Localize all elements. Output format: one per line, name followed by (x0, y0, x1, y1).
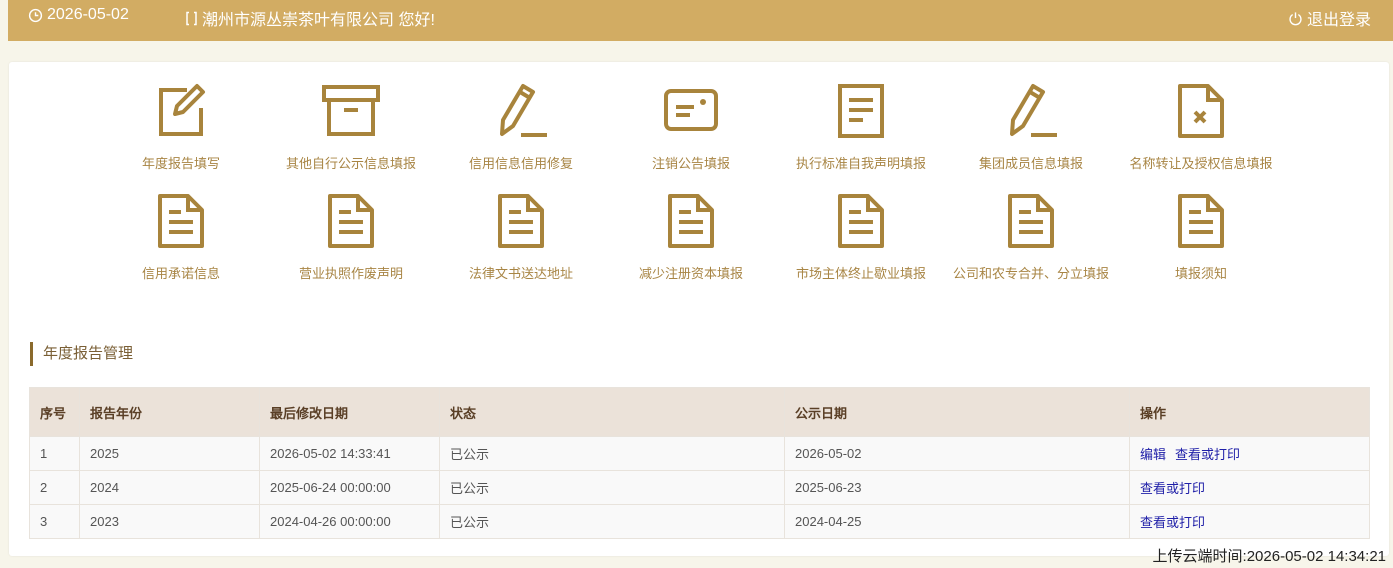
document-icon (498, 194, 544, 248)
col-header-actions: 操作 (1129, 387, 1370, 437)
edit-link[interactable]: 编辑 (1140, 447, 1166, 462)
view-print-link[interactable]: 查看或打印 (1175, 447, 1240, 462)
header-greeting: 潮州市源丛崇茶叶有限公司 您好! (185, 6, 435, 30)
card-icon (664, 89, 718, 131)
col-header-year: 报告年份 (79, 387, 260, 437)
cell-year: 2024 (79, 470, 260, 505)
document-icon (838, 194, 884, 248)
annual-report-table: 序号 报告年份 最后修改日期 状态 公示日期 操作 1 2025 2026-05… (29, 387, 1370, 539)
document-icon (1008, 194, 1054, 248)
table-header-row: 序号 报告年份 最后修改日期 状态 公示日期 操作 (29, 387, 1370, 437)
tile-capital-reduction[interactable]: 减少注册资本填报 (606, 192, 776, 282)
table-row: 1 2025 2026-05-02 14:33:41 已公示 2026-05-0… (29, 436, 1370, 471)
tile-label: 其他自行公示信息填报 (285, 156, 416, 171)
table-row: 3 2023 2024-04-26 00:00:00 已公示 2024-04-2… (29, 504, 1370, 539)
pencil-icon (500, 84, 547, 137)
cell-publish-date: 2025-06-23 (784, 470, 1130, 505)
cell-no: 2 (29, 470, 80, 505)
section-title: 年度报告管理 (30, 342, 133, 366)
tile-standard-declaration[interactable]: 执行标准自我声明填报 (776, 82, 946, 172)
greeting-text: 潮州市源丛崇茶叶有限公司 您好! (202, 12, 435, 29)
upload-time: 上传云端时间:2026-05-02 14:34:21 (1152, 548, 1386, 565)
cell-status: 已公示 (439, 504, 785, 539)
tile-label: 注销公告填报 (651, 156, 730, 171)
cell-modified: 2025-06-24 00:00:00 (259, 470, 440, 505)
logout-label: 退出登录 (1306, 12, 1371, 29)
col-header-status: 状态 (439, 387, 785, 437)
cell-no: 3 (29, 504, 80, 539)
tile-credit-repair[interactable]: 信用信息信用修复 (436, 82, 606, 172)
cell-year: 2025 (79, 436, 260, 471)
tile-label: 集团成员信息填报 (978, 156, 1083, 171)
cell-modified: 2024-04-26 00:00:00 (259, 504, 440, 539)
tile-annual-report[interactable]: 年度报告填写 (96, 82, 266, 172)
col-header-publish-date: 公示日期 (784, 387, 1130, 437)
tile-label: 法律文书送达地址 (468, 266, 573, 281)
document-icon (1178, 194, 1224, 248)
view-print-link[interactable]: 查看或打印 (1140, 515, 1205, 530)
tile-label: 年度报告填写 (141, 156, 220, 171)
cell-modified: 2026-05-02 14:33:41 (259, 436, 440, 471)
document-icon (838, 84, 884, 138)
cell-actions: 查看或打印 (1129, 504, 1370, 539)
tile-label: 信用信息信用修复 (468, 156, 573, 171)
cell-publish-date: 2026-05-02 (784, 436, 1130, 471)
tile-license-void[interactable]: 营业执照作废声明 (266, 192, 436, 282)
tile-label: 执行标准自我声明填报 (795, 156, 926, 171)
cell-status: 已公示 (439, 470, 785, 505)
col-header-modified: 最后修改日期 (259, 387, 440, 437)
tile-label: 信用承诺信息 (141, 266, 220, 281)
tile-label: 填报须知 (1174, 266, 1227, 281)
main-panel: 年度报告填写 其他自行公示信息填报 信用信息信用修复 注销公告填报 执行标准自我… (9, 62, 1389, 556)
document-x-icon (1178, 84, 1224, 138)
tile-label: 营业执照作废声明 (298, 266, 403, 281)
cell-publish-date: 2024-04-25 (784, 504, 1130, 539)
top-bar: 2026-05-02 潮州市源丛崇茶叶有限公司 您好! 退出登录 (8, 0, 1393, 41)
document-icon (328, 194, 374, 248)
tile-label: 市场主体终止歇业填报 (795, 266, 926, 281)
cell-year: 2023 (79, 504, 260, 539)
tile-merger-split[interactable]: 公司和农专合并、分立填报 (946, 192, 1116, 282)
logout-button[interactable]: 退出登录 (1288, 6, 1371, 30)
tile-label: 减少注册资本填报 (638, 266, 743, 281)
col-header-no: 序号 (29, 387, 80, 437)
power-icon (1289, 11, 1302, 25)
cell-no: 1 (29, 436, 80, 471)
tile-name-transfer[interactable]: 名称转让及授权信息填报 (1116, 82, 1286, 172)
cell-actions: 查看或打印 (1129, 470, 1370, 505)
document-icon (668, 194, 714, 248)
tile-other-disclosure[interactable]: 其他自行公示信息填报 (266, 82, 436, 172)
tile-label: 公司和农专合并、分立填报 (952, 266, 1109, 281)
tile-filing-notice[interactable]: 填报须知 (1116, 192, 1286, 282)
cell-status: 已公示 (439, 436, 785, 471)
document-icon (158, 194, 204, 248)
tile-legal-address[interactable]: 法律文书送达地址 (436, 192, 606, 282)
edit-icon (159, 84, 205, 136)
bracket-icon (186, 11, 197, 25)
pencil-icon (1010, 84, 1057, 137)
date-text: 2026-05-02 (47, 6, 129, 23)
tile-label: 名称转让及授权信息填报 (1129, 156, 1273, 171)
clock-icon (28, 8, 43, 22)
view-print-link[interactable]: 查看或打印 (1140, 481, 1205, 496)
table-row: 2 2024 2025-06-24 00:00:00 已公示 2025-06-2… (29, 470, 1370, 505)
header-date: 2026-05-02 (28, 6, 129, 24)
cell-actions: 编辑 查看或打印 (1129, 436, 1370, 471)
tile-credit-commitment[interactable]: 信用承诺信息 (96, 192, 266, 282)
tile-cancellation-notice[interactable]: 注销公告填报 (606, 82, 776, 172)
archive-box-icon (322, 85, 380, 136)
tile-termination[interactable]: 市场主体终止歇业填报 (776, 192, 946, 282)
tile-group-members[interactable]: 集团成员信息填报 (946, 82, 1116, 172)
